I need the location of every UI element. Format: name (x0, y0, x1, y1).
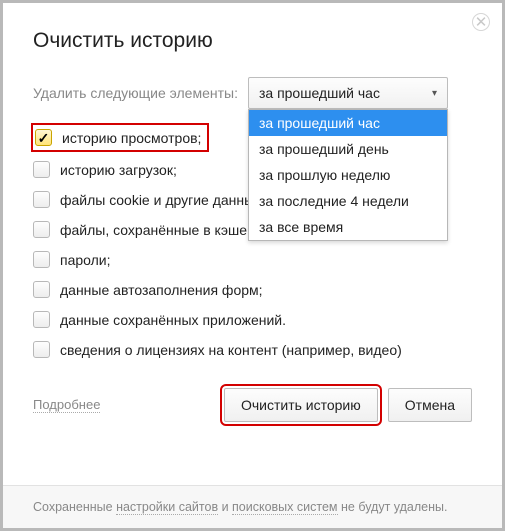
checkbox-label: файлы, сохранённые в кэше; (60, 222, 251, 238)
checkbox-row: историю просмотров; (31, 123, 209, 152)
checkbox[interactable] (35, 129, 52, 146)
note-mid: и (218, 500, 232, 514)
note-post: не будут удалены. (338, 500, 448, 514)
time-range-value: за прошедший час (259, 85, 380, 101)
time-range-label: Удалить следующие элементы: (33, 85, 238, 101)
checkbox-label: историю просмотров; (62, 130, 201, 146)
dialog-frame: ✕ Очистить историю Удалить следующие эле… (0, 0, 505, 531)
dialog-title: Очистить историю (33, 29, 472, 53)
time-range-option[interactable]: за все время (249, 214, 447, 240)
time-range-dropdown: за прошедший часза прошедший деньза прош… (248, 109, 448, 241)
time-range-option[interactable]: за последние 4 недели (249, 188, 447, 214)
checkbox[interactable] (33, 341, 50, 358)
checkbox[interactable] (33, 311, 50, 328)
checkbox-label: данные сохранённых приложений. (60, 312, 286, 328)
note-link-search-engines[interactable]: поисковых систем (232, 500, 337, 515)
close-icon[interactable]: ✕ (472, 13, 490, 31)
chevron-down-icon: ▾ (432, 88, 437, 99)
time-range-display[interactable]: за прошедший час ▾ (248, 77, 448, 109)
note-pre: Сохраненные (33, 500, 116, 514)
checkbox-row: данные сохранённых приложений. (33, 311, 472, 328)
time-range-option[interactable]: за прошедший час (249, 110, 447, 136)
checkbox-row: пароли; (33, 251, 472, 268)
cancel-button[interactable]: Отмена (388, 388, 472, 422)
checkbox[interactable] (33, 281, 50, 298)
checkbox-label: сведения о лицензиях на контент (наприме… (60, 342, 402, 358)
more-details-link[interactable]: Подробнее (33, 397, 100, 413)
checkbox[interactable] (33, 251, 50, 268)
checkbox-row: данные автозаполнения форм; (33, 281, 472, 298)
checkbox[interactable] (33, 221, 50, 238)
checkbox-row: сведения о лицензиях на контент (наприме… (33, 341, 472, 358)
checkbox-label: пароли; (60, 252, 111, 268)
time-range-row: Удалить следующие элементы: за прошедший… (33, 77, 472, 109)
clear-history-button[interactable]: Очистить историю (224, 388, 378, 422)
footer-note: Сохраненные настройки сайтов и поисковых… (3, 485, 502, 528)
checkbox-label: историю загрузок; (60, 162, 177, 178)
time-range-select[interactable]: за прошедший час ▾ за прошедший часза пр… (248, 77, 448, 109)
clear-history-dialog: ✕ Очистить историю Удалить следующие эле… (3, 3, 502, 485)
checkbox[interactable] (33, 161, 50, 178)
checkbox-label: данные автозаполнения форм; (60, 282, 263, 298)
dialog-footer: Подробнее Очистить историю Отмена (33, 388, 472, 422)
note-link-site-settings[interactable]: настройки сайтов (116, 500, 218, 515)
time-range-option[interactable]: за прошедший день (249, 136, 447, 162)
time-range-option[interactable]: за прошлую неделю (249, 162, 447, 188)
checkbox[interactable] (33, 191, 50, 208)
